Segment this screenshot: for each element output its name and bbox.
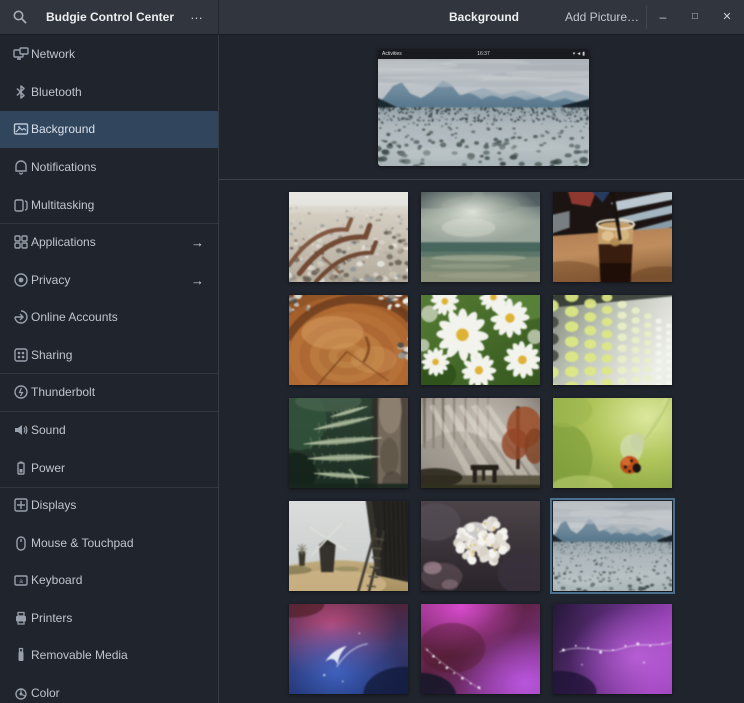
svg-text:a: a xyxy=(19,578,23,585)
